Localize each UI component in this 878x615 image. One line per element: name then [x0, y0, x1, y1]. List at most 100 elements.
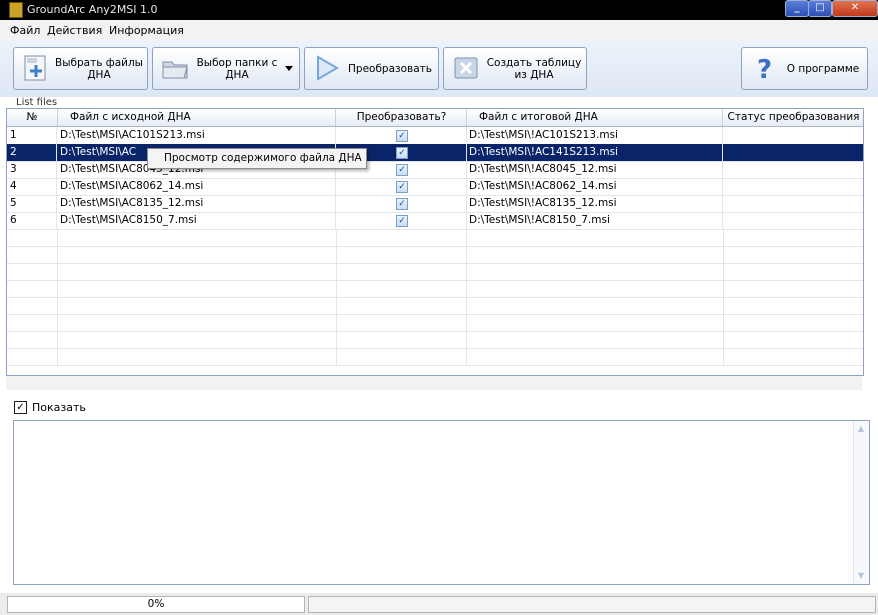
table-row[interactable]: 3 D:\Test\MSI\AC8045_12.msi ✓ D:\Test\MSI\!…: [7, 161, 863, 179]
cell-empty: [467, 348, 724, 365]
cell-empty: [7, 297, 58, 314]
app-icon: [9, 2, 23, 18]
menu-bar: Файл Действия Информация: [0, 20, 878, 40]
table-row[interactable]: 1 D:\Test\MSI\AC101S213.msi ✓ D:\Test\MSI\!…: [7, 127, 863, 145]
cell-convert: ✓: [337, 212, 467, 229]
status-bar: 0%: [0, 593, 878, 615]
progress-bar: 0%: [7, 596, 305, 613]
cell-num: 2: [7, 144, 57, 161]
cell-empty: [7, 229, 58, 246]
cell-num: 1: [7, 127, 57, 144]
cell-target-file: D:\Test\MSI\!AC8135_12.msi: [467, 195, 723, 212]
cell-empty: [58, 263, 337, 280]
convert-checkbox[interactable]: ✓: [396, 215, 408, 227]
log-textarea[interactable]: ▲ ▼: [13, 420, 870, 585]
column-header-num[interactable]: №: [7, 109, 58, 126]
convert-checkbox[interactable]: ✓: [396, 164, 408, 176]
show-log-label: Показать: [32, 401, 86, 414]
cell-empty: [58, 348, 337, 365]
cell-empty: [58, 297, 337, 314]
about-button[interactable]: ? О программе: [741, 47, 868, 90]
menu-actions[interactable]: Действия: [47, 24, 102, 37]
cell-empty: [724, 297, 863, 314]
cell-target-file: D:\Test\MSI\!AC101S213.msi: [467, 127, 723, 144]
convert-checkbox[interactable]: ✓: [396, 147, 408, 159]
cell-empty: [724, 246, 863, 263]
cell-num: 6: [7, 212, 57, 229]
table-row-empty: [7, 229, 863, 247]
table-row-empty: [7, 246, 863, 264]
files-table[interactable]: № Файл с исходной ДНА Преобразовать? Фай…: [6, 108, 864, 376]
list-files-label: List files: [16, 97, 58, 108]
cell-empty: [58, 229, 337, 246]
select-files-button[interactable]: Выбрать файлы ДНА: [13, 47, 148, 90]
context-menu-item-view-file[interactable]: Просмотр содержимого файла ДНА: [164, 152, 362, 164]
about-label: О программе: [786, 62, 860, 75]
convert-checkbox[interactable]: ✓: [396, 198, 408, 210]
convert-label: Преобразовать: [348, 62, 432, 75]
cell-empty: [337, 314, 467, 331]
cell-status: [724, 212, 863, 229]
cell-status: [724, 161, 863, 178]
table-row[interactable]: 2 D:\Test\MSI\AC ✓ D:\Test\MSI\!AC141S213.m…: [7, 144, 863, 162]
status-pane: [308, 596, 876, 613]
window-title: GroundArc Any2MSI 1.0: [27, 3, 158, 16]
cell-empty: [58, 331, 337, 348]
cell-num: 3: [7, 161, 57, 178]
cell-empty: [337, 229, 467, 246]
cell-empty: [724, 263, 863, 280]
cell-empty: [7, 263, 58, 280]
cell-empty: [467, 331, 724, 348]
chevron-down-icon[interactable]: [285, 66, 293, 71]
table-row[interactable]: 6 D:\Test\MSI\AC8150_7.msi ✓ D:\Test\MSI\!A…: [7, 212, 863, 230]
cell-empty: [724, 229, 863, 246]
cell-status: [724, 144, 863, 161]
cell-empty: [7, 331, 58, 348]
cell-empty: [724, 348, 863, 365]
cell-empty: [724, 314, 863, 331]
table-row[interactable]: 5 D:\Test\MSI\AC8135_12.msi ✓ D:\Test\MSI\!…: [7, 195, 863, 213]
close-button[interactable]: ✕: [832, 0, 878, 17]
create-table-button[interactable]: Создать таблицу из ДНА: [443, 47, 587, 90]
cell-status: [724, 178, 863, 195]
log-scrollbar[interactable]: ▲ ▼: [853, 421, 869, 584]
cell-status: [724, 195, 863, 212]
cell-source-file: D:\Test\MSI\AC8062_14.msi: [58, 178, 336, 195]
maximize-button[interactable]: □: [808, 0, 832, 17]
splitter[interactable]: [6, 376, 862, 390]
convert-button[interactable]: Преобразовать: [304, 47, 439, 90]
convert-checkbox[interactable]: ✓: [396, 130, 408, 142]
create-table-label: Создать таблицу из ДНА: [486, 56, 582, 81]
scroll-up-icon[interactable]: ▲: [856, 424, 866, 434]
cell-convert: ✓: [337, 195, 467, 212]
help-icon: ?: [757, 55, 772, 82]
convert-checkbox[interactable]: ✓: [396, 181, 408, 193]
cell-convert: ✓: [337, 178, 467, 195]
cell-source-file: D:\Test\MSI\AC8135_12.msi: [58, 195, 336, 212]
table-row-empty: [7, 331, 863, 349]
cell-empty: [337, 331, 467, 348]
show-log-checkbox[interactable]: ✓: [14, 401, 27, 414]
table-row[interactable]: 4 D:\Test\MSI\AC8062_14.msi ✓ D:\Test\MSI\!…: [7, 178, 863, 196]
cell-empty: [337, 280, 467, 297]
cell-empty: [467, 280, 724, 297]
column-header-convert[interactable]: Преобразовать?: [337, 109, 467, 126]
scroll-down-icon[interactable]: ▼: [856, 571, 866, 581]
select-folder-button[interactable]: Выбор папки с ДНА: [152, 47, 300, 90]
column-header-target[interactable]: Файл с итоговой ДНА: [467, 109, 723, 126]
cell-empty: [58, 280, 337, 297]
menu-file[interactable]: Файл: [10, 24, 40, 37]
column-header-source[interactable]: Файл с исходной ДНА: [58, 109, 336, 126]
cell-empty: [7, 280, 58, 297]
column-header-status[interactable]: Статус преобразования: [724, 109, 863, 126]
cell-empty: [58, 314, 337, 331]
svg-text:?: ?: [757, 55, 772, 82]
play-icon: [317, 55, 339, 81]
menu-info[interactable]: Информация: [109, 24, 184, 37]
table-row-empty: [7, 263, 863, 281]
cell-target-file: D:\Test\MSI\!AC8045_12.msi: [467, 161, 723, 178]
cell-empty: [467, 263, 724, 280]
cell-target-file: D:\Test\MSI\!AC8062_14.msi: [467, 178, 723, 195]
cell-empty: [467, 314, 724, 331]
minimize-button[interactable]: _: [785, 0, 809, 17]
